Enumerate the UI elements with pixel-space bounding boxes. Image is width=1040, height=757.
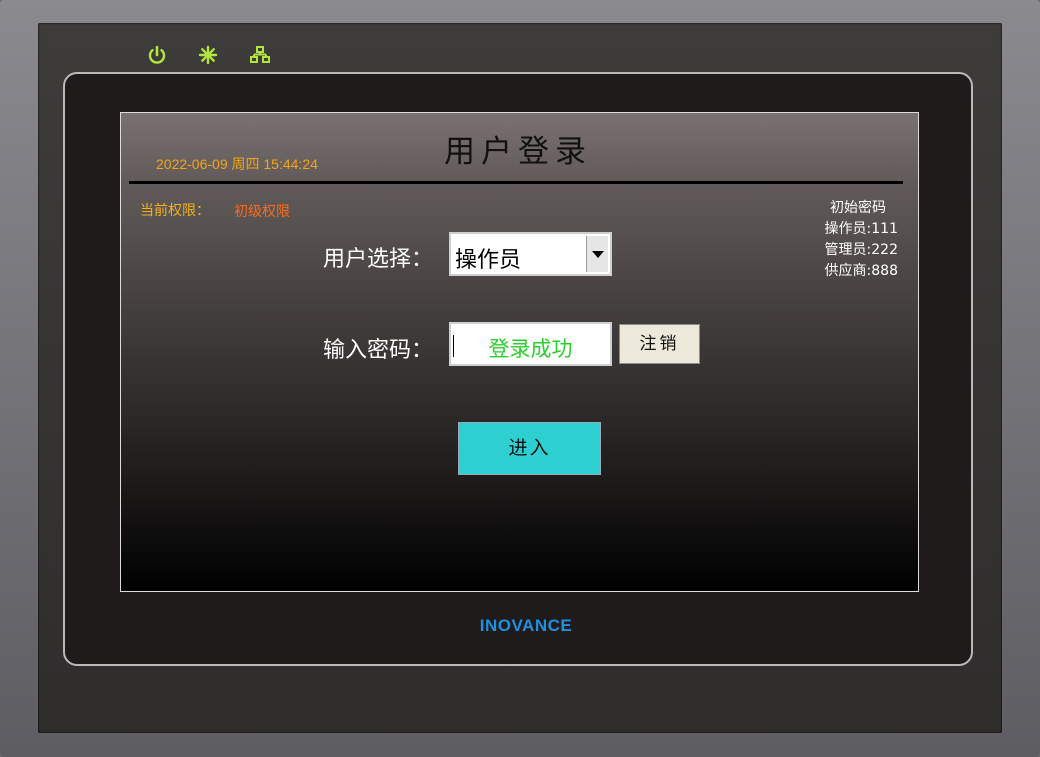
user-select-label: 用户选择： — [323, 247, 434, 272]
user-select-dropdown[interactable]: 操作员 — [449, 232, 612, 276]
password-hint-line: 操作员:111 — [824, 221, 898, 237]
login-status: 登录成功 — [488, 337, 573, 361]
power-icon — [147, 45, 167, 69]
network-icon — [250, 46, 270, 68]
title-divider — [129, 181, 903, 184]
sun-icon — [198, 45, 218, 69]
chevron-down-icon[interactable] — [586, 236, 608, 272]
password-hint: 初始密码 操作员:111 管理员:222 供应商:888 — [810, 198, 898, 282]
enter-button[interactable]: 进入 — [458, 422, 601, 475]
permission-label: 当前权限： — [140, 203, 210, 219]
password-input[interactable]: 登录成功 — [449, 322, 612, 366]
password-hint-line: 管理员:222 — [824, 242, 898, 258]
permission-value: 初级权限 — [234, 204, 290, 220]
password-label: 输入密码： — [323, 338, 434, 363]
password-hint-line: 供应商:888 — [824, 263, 898, 279]
user-select-value: 操作员 — [455, 248, 522, 273]
logout-button[interactable]: 注销 — [619, 324, 700, 364]
brand-logo: INOVANCE — [479, 616, 573, 635]
page-title: 用户登录 — [444, 134, 592, 170]
datetime-display: 2022-06-09 周四 15:44:24 — [156, 156, 318, 172]
password-hint-heading: 初始密码 — [830, 200, 886, 216]
